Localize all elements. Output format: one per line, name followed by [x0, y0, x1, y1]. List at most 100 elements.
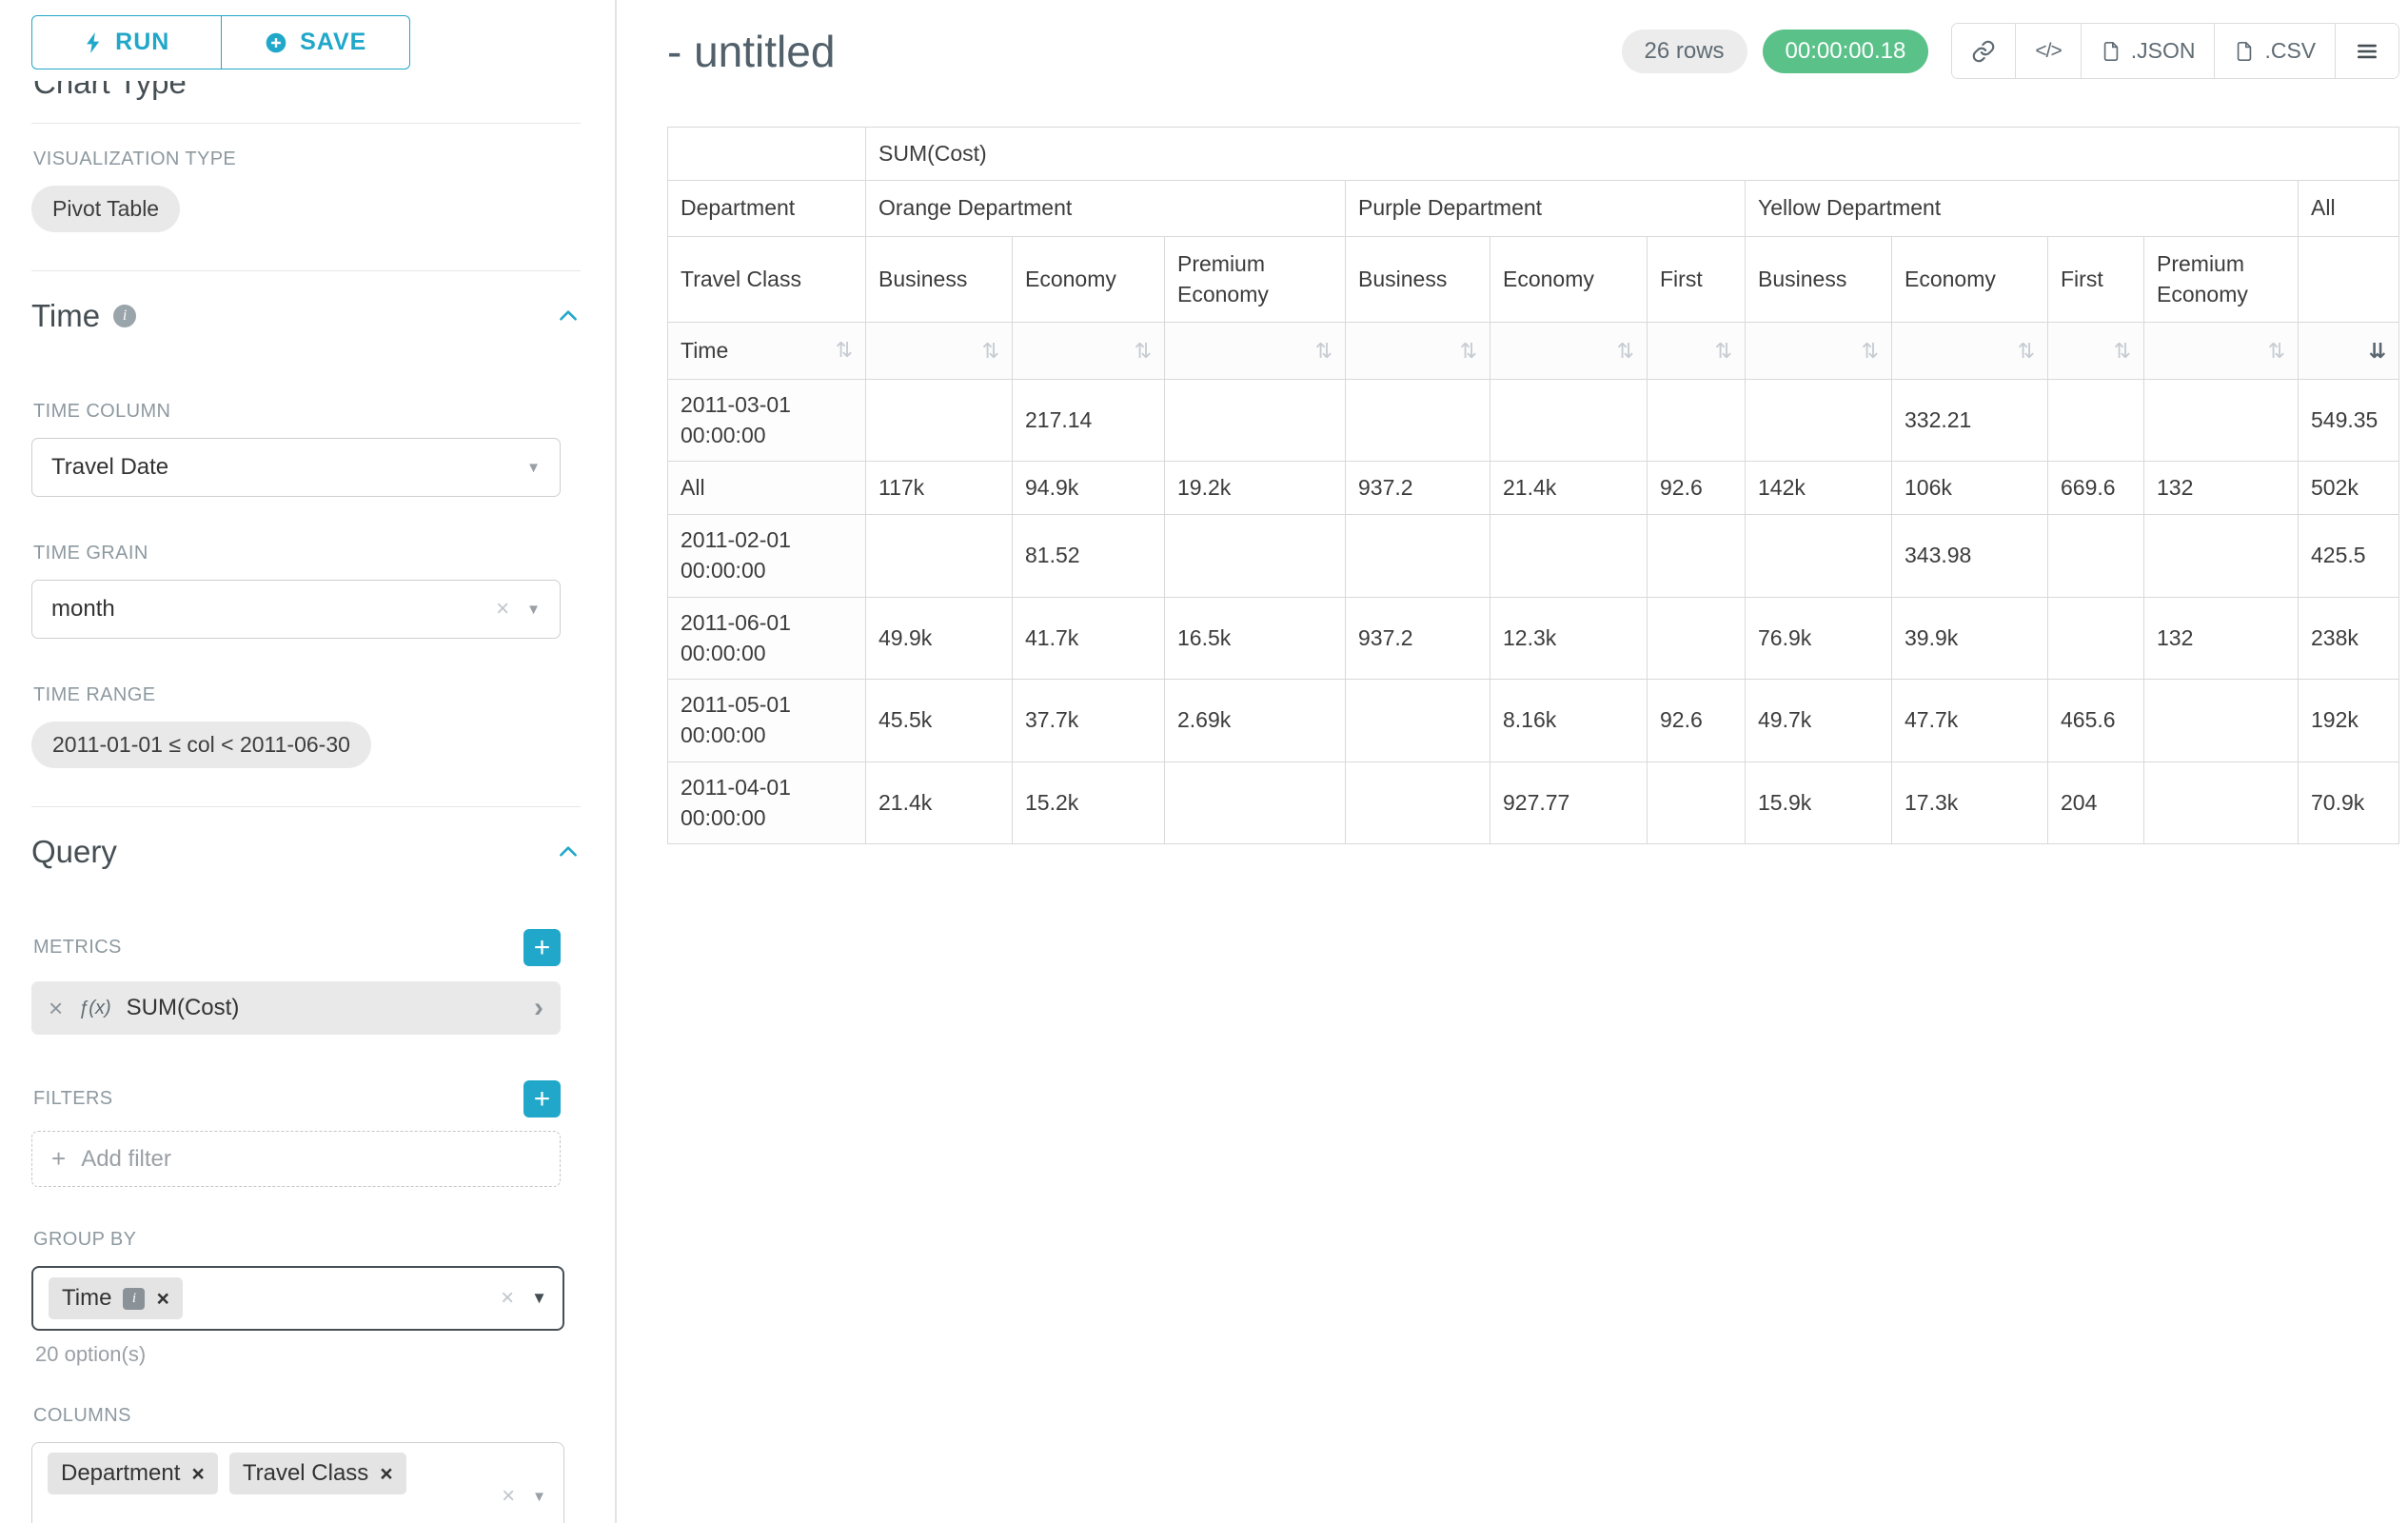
row-label: 2011-02-01 00:00:00	[668, 515, 866, 597]
chevron-up-icon[interactable]	[556, 840, 581, 864]
clear-icon[interactable]: ×	[496, 596, 509, 623]
travel-class-header: Business	[1746, 237, 1892, 323]
sort-icon[interactable]: ⇅	[1862, 339, 1879, 363]
info-icon: i	[123, 1288, 145, 1310]
value-cell: 238k	[2299, 597, 2399, 679]
value-cell: 41.7k	[1013, 597, 1165, 679]
clear-icon[interactable]: ×	[502, 1483, 515, 1510]
sort-cell: ⇅	[1346, 323, 1490, 380]
value-cell	[1165, 515, 1346, 597]
pivot-table: SUM(Cost)DepartmentOrange DepartmentPurp…	[667, 127, 2399, 844]
metrics-label: METRICS	[33, 937, 122, 959]
caret-down-icon[interactable]: ▼	[531, 1289, 547, 1308]
travel-class-header: Business	[866, 237, 1013, 323]
time-axis-label: Time⇅	[668, 323, 866, 380]
save-button[interactable]: SAVE	[222, 15, 411, 69]
remove-icon[interactable]: ×	[191, 1463, 204, 1485]
visualization-type-chip[interactable]: Pivot Table	[31, 186, 180, 232]
time-column-select[interactable]: Travel Date ▼	[31, 438, 561, 497]
sort-icon[interactable]: ⇅	[982, 339, 999, 363]
export-json-button[interactable]: .JSON	[2081, 24, 2215, 78]
chart-type-section: Chart Type	[31, 81, 581, 113]
json-label: .JSON	[2131, 38, 2196, 64]
value-cell: 16.5k	[1165, 597, 1346, 679]
value-cell: 81.52	[1013, 515, 1165, 597]
remove-icon[interactable]: ×	[49, 994, 63, 1023]
clear-icon[interactable]: ×	[501, 1285, 514, 1312]
chart-title: - untitled	[667, 26, 835, 77]
columns-label: COLUMNS	[33, 1405, 581, 1427]
caret-down-icon[interactable]: ▼	[532, 1489, 546, 1505]
sort-icon[interactable]: ⇊	[2369, 339, 2386, 363]
remove-icon[interactable]: ×	[380, 1463, 392, 1485]
value-cell	[866, 515, 1013, 597]
value-cell	[1165, 380, 1346, 462]
group-by-select[interactable]: Time i × × ▼	[31, 1266, 564, 1331]
value-cell: 927.77	[1490, 762, 1648, 843]
menu-button[interactable]	[2335, 24, 2398, 78]
table-row: 2011-05-01 00:00:0045.5k37.7k2.69k8.16k9…	[668, 680, 2399, 762]
sort-icon[interactable]: ⇅	[2114, 339, 2131, 363]
travel-class-header: Economy	[1013, 237, 1165, 323]
value-cell: 76.9k	[1746, 597, 1892, 679]
department-header: Yellow Department	[1746, 181, 2299, 237]
export-csv-button[interactable]: .CSV	[2214, 24, 2335, 78]
sort-cell: ⇅	[2048, 323, 2144, 380]
add-filter-button[interactable]: +	[523, 1080, 561, 1118]
sort-icon[interactable]: ⇅	[836, 336, 853, 365]
chevron-right-icon[interactable]: ›	[534, 992, 543, 1024]
sort-icon[interactable]: ⇅	[1135, 339, 1152, 363]
sort-icon[interactable]: ⇅	[1617, 339, 1634, 363]
time-range-chip[interactable]: 2011-01-01 ≤ col < 2011-06-30	[31, 722, 371, 768]
metric-chip[interactable]: × ƒ(x) SUM(Cost) ›	[31, 981, 561, 1035]
group-by-label: GROUP BY	[33, 1229, 581, 1251]
run-button[interactable]: RUN	[31, 15, 222, 69]
metrics-row: METRICS +	[31, 929, 561, 966]
sort-icon[interactable]: ⇅	[1460, 339, 1477, 363]
sort-icon[interactable]: ⇅	[2018, 339, 2035, 363]
query-section-title: Query	[31, 834, 117, 870]
columns-tag-department[interactable]: Department ×	[48, 1453, 218, 1494]
value-cell: 8.16k	[1490, 680, 1648, 762]
columns-tag-travel-class[interactable]: Travel Class ×	[229, 1453, 406, 1494]
value-cell: 15.2k	[1013, 762, 1165, 843]
value-cell: 192k	[2299, 680, 2399, 762]
hamburger-menu-icon	[2355, 39, 2379, 64]
time-grain-select[interactable]: month × ▼	[31, 580, 561, 639]
value-cell: 106k	[1892, 462, 2048, 515]
action-buttons: RUN SAVE	[31, 15, 410, 69]
add-metric-button[interactable]: +	[523, 929, 561, 966]
save-label: SAVE	[300, 29, 366, 56]
row-label: 2011-05-01 00:00:00	[668, 680, 866, 762]
remove-icon[interactable]: ×	[156, 1288, 168, 1310]
value-cell	[1490, 515, 1648, 597]
sort-icon[interactable]: ⇅	[1715, 339, 1732, 363]
sort-icon[interactable]: ⇅	[2268, 339, 2285, 363]
export-button-group: </> .JSON .CSV	[1951, 23, 2399, 79]
sort-cell: ⇅	[1892, 323, 2048, 380]
csv-label: .CSV	[2264, 38, 2316, 64]
value-cell	[1490, 380, 1648, 462]
department-header: Purple Department	[1346, 181, 1746, 237]
query-timer-badge: 00:00:00.18	[1763, 30, 1929, 73]
caret-down-icon: ▼	[526, 602, 541, 618]
table-row: All117k94.9k19.2k937.221.4k92.6142k106k6…	[668, 462, 2399, 515]
value-cell: 47.7k	[1892, 680, 2048, 762]
tag-label: Time	[62, 1285, 111, 1312]
value-cell	[1648, 597, 1746, 679]
file-icon	[2234, 40, 2255, 63]
copy-link-button[interactable]	[1952, 24, 2015, 78]
chevron-up-icon[interactable]	[556, 304, 581, 328]
value-cell: 669.6	[2048, 462, 2144, 515]
columns-select[interactable]: Department × Travel Class × × ▼	[31, 1442, 564, 1523]
lightning-bolt-icon	[83, 30, 104, 55]
sort-cell: ⇅	[1746, 323, 1892, 380]
all-column-header: All	[2299, 181, 2399, 237]
sort-cell: ⇅	[1013, 323, 1165, 380]
view-query-button[interactable]: </>	[2015, 24, 2080, 78]
sort-icon[interactable]: ⇅	[1315, 339, 1332, 363]
add-filter-dropzone[interactable]: + Add filter	[31, 1131, 561, 1187]
time-range-label: TIME RANGE	[33, 684, 581, 706]
value-cell: 204	[2048, 762, 2144, 843]
group-by-tag-time[interactable]: Time i ×	[49, 1277, 183, 1319]
